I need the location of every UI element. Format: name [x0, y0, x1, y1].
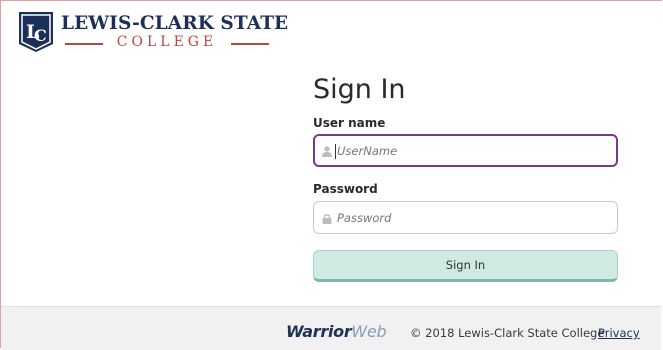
username-field[interactable]: UserName — [313, 134, 618, 167]
password-placeholder: Password — [337, 211, 392, 225]
brand-part-warrior: Warrior — [286, 322, 352, 341]
college-logo[interactable]: L C LEWIS-CLARK STATE COLLEGE — [17, 10, 288, 56]
username-label: User name — [313, 116, 386, 130]
copyright-text: © 2018 Lewis-Clark State College — [410, 326, 605, 340]
logo-college-line: COLLEGE — [61, 34, 273, 52]
lock-icon — [322, 214, 332, 224]
sign-in-button[interactable]: Sign In — [313, 250, 618, 282]
password-label: Password — [313, 182, 378, 196]
text-cursor — [335, 144, 336, 159]
warriorweb-logo: WarriorWeb — [286, 322, 387, 341]
privacy-link[interactable]: Privacy — [598, 326, 640, 340]
username-placeholder: UserName — [337, 144, 398, 158]
lc-shield-icon: L C — [19, 12, 53, 52]
page-title: Sign In — [313, 74, 406, 105]
logo-college-word: COLLEGE — [116, 34, 218, 50]
footer: WarriorWeb © 2018 Lewis-Clark State Coll… — [1, 306, 661, 350]
svg-text:C: C — [34, 26, 47, 45]
logo-name: LEWIS-CLARK STATE — [61, 13, 289, 34]
brand-part-web: Web — [351, 322, 387, 341]
user-icon — [322, 146, 332, 157]
password-field[interactable]: Password — [313, 201, 618, 234]
